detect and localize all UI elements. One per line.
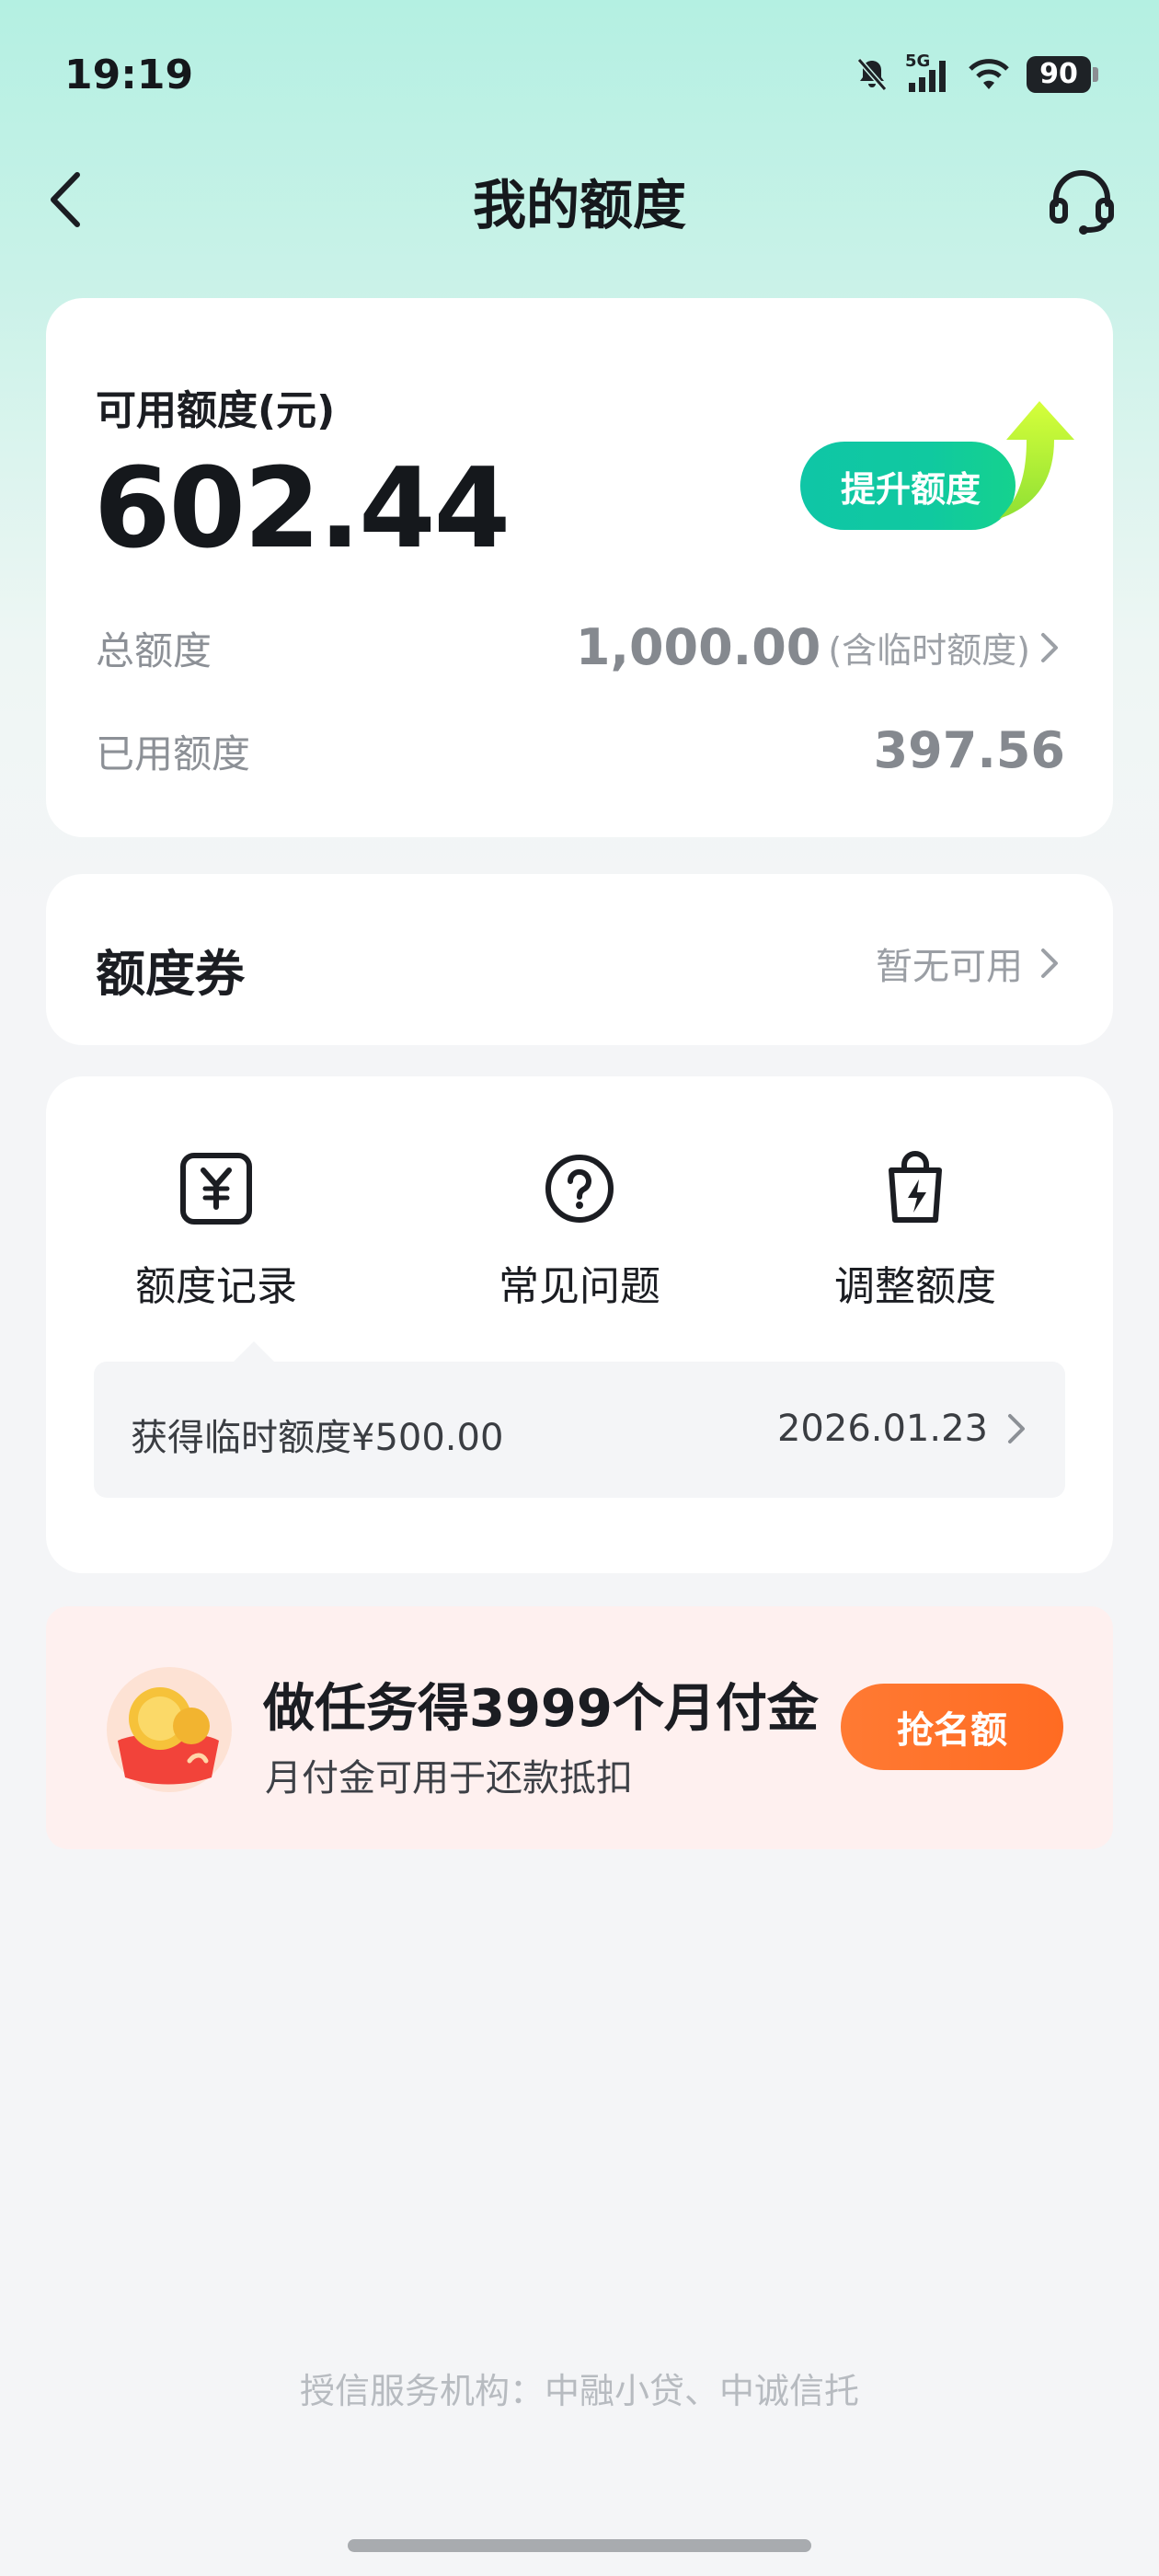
total-quota-note: (含临时额度): [828, 630, 1030, 671]
raise-quota-button[interactable]: 提升额度: [800, 401, 1076, 530]
promo-subtitle: 月付金可用于还款抵扣: [265, 1757, 633, 1800]
coupon-status-text: 暂无可用: [876, 946, 1023, 988]
promo-banner[interactable]: 做任务得3999个月付金 月付金可用于还款抵扣 抢名额: [46, 1606, 1113, 1849]
menu-label-adjust-quota: 调整额度: [834, 1263, 996, 1310]
record-date-row: 2026.01.23: [777, 1408, 1028, 1450]
signal-icon: 5G: [905, 52, 951, 94]
available-quota-label: 可用额度(元): [96, 387, 336, 434]
yen-receipt-icon: [180, 1153, 252, 1225]
status-icons: 5G 90: [854, 52, 1098, 94]
bell-muted-icon: [856, 58, 888, 91]
question-circle-icon: [545, 1155, 614, 1223]
used-quota-value: 397.56: [873, 721, 1065, 779]
quota-card: 可用额度(元) 602.44 提升额度 总额度 1,000.00 (含临时额度)…: [46, 298, 1113, 837]
menu-item-quota-record[interactable]: 额度记录: [46, 1150, 386, 1312]
page-title: 我的额度: [472, 174, 686, 236]
menu-card: 额度记录 常见问题 调整额度 获得临时额度¥500.00 2026.01.23: [46, 1076, 1113, 1573]
battery-icon: 90: [1027, 56, 1098, 93]
bag-lightning-icon: [889, 1151, 942, 1223]
coupon-status: 暂无可用: [876, 937, 1061, 990]
chevron-right-icon: [1008, 1414, 1025, 1443]
record-date: 2026.01.23: [776, 1408, 988, 1450]
menu-item-faq[interactable]: 常见问题: [409, 1150, 750, 1312]
available-quota-amount: 602.44: [94, 445, 511, 573]
wifi-icon: [969, 59, 1009, 89]
home-indicator[interactable]: [348, 2539, 811, 2552]
menu-label-quota-record: 额度记录: [135, 1263, 297, 1310]
coin-gift-icon: [107, 1667, 232, 1792]
record-text: 获得临时额度¥500.00: [131, 1417, 504, 1459]
customer-service-icon[interactable]: [1047, 167, 1117, 236]
total-quota-value: 1,000.00: [575, 618, 821, 676]
used-quota-label: 已用额度: [96, 731, 251, 776]
grab-spot-button[interactable]: 抢名额: [841, 1684, 1063, 1770]
battery-level: 90: [1027, 56, 1091, 93]
chevron-right-icon: [1041, 949, 1058, 978]
up-arrow-icon: [999, 401, 1074, 519]
total-quota-row[interactable]: 1,000.00 (含临时额度): [576, 618, 1061, 676]
latest-quota-record[interactable]: 获得临时额度¥500.00 2026.01.23: [94, 1341, 1065, 1498]
menu-item-adjust-quota[interactable]: 调整额度: [745, 1150, 1085, 1312]
quota-coupon-card[interactable]: 额度券 暂无可用: [46, 874, 1113, 1045]
credit-institution-note: 授信服务机构：中融小贷、中诚信托: [299, 2371, 859, 2411]
total-quota-label: 总额度: [96, 628, 212, 673]
coupon-title: 额度券: [96, 945, 245, 1003]
promo-title: 做任务得3999个月付金: [263, 1679, 819, 1739]
status-time: 19:19: [64, 52, 194, 98]
menu-label-faq: 常见问题: [499, 1263, 660, 1310]
chevron-right-icon: [1041, 632, 1058, 662]
